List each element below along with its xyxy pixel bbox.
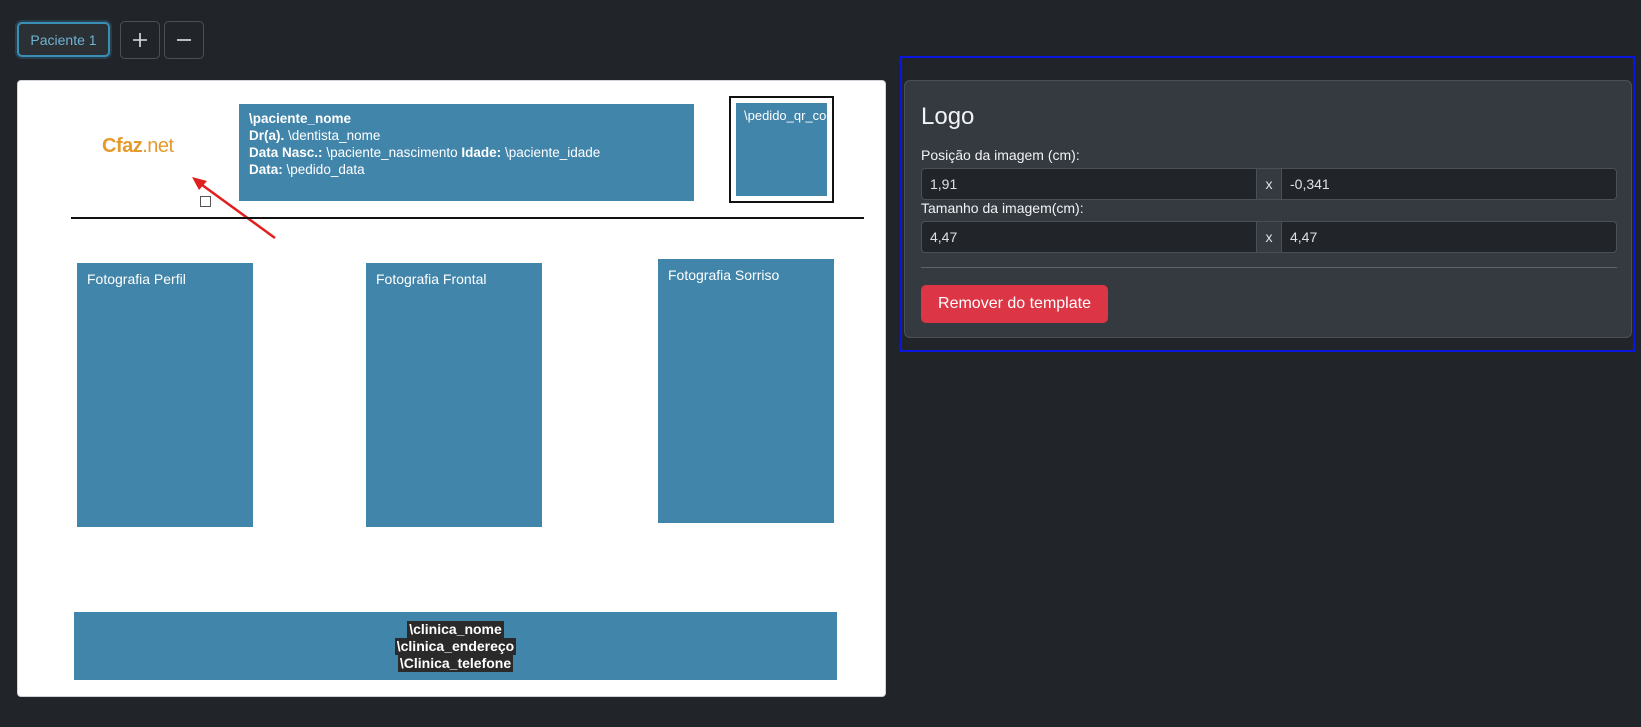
size-width-input[interactable]: 4,47	[921, 221, 1257, 253]
date-value: \pedido_data	[286, 162, 365, 177]
panel-divider	[921, 267, 1617, 268]
patient-info-box[interactable]: \paciente_nome Dr(a). \dentista_nome Dat…	[239, 104, 694, 201]
clinic-address: \clinica_endereço	[394, 637, 517, 655]
logo-brand: Cfaz	[102, 135, 143, 157]
position-y-input[interactable]: -0,341	[1281, 168, 1617, 200]
photo-profile-box[interactable]: Fotografia Perfil	[77, 263, 253, 527]
qr-code-frame[interactable]: \pedido_qr_code	[729, 96, 834, 203]
clinic-phone: \Clinica_telefone	[397, 654, 514, 672]
photo-smile-box[interactable]: Fotografia Sorriso	[658, 259, 834, 523]
birth-label: Data Nasc.:	[249, 145, 323, 160]
tab-paciente-1[interactable]: Paciente 1	[17, 22, 110, 57]
dentist-value: \dentista_nome	[288, 128, 381, 143]
add-page-button[interactable]	[120, 21, 160, 59]
remove-from-template-button[interactable]: Remover do template	[921, 285, 1108, 323]
properties-panel: Logo Posição da imagem (cm): 1,91 x -0,3…	[904, 80, 1632, 338]
photo-frontal-box[interactable]: Fotografia Frontal	[366, 263, 542, 527]
age-label: Idade:	[461, 145, 502, 160]
plus-icon	[133, 33, 147, 47]
patient-name: \paciente_nome	[249, 111, 352, 126]
clinic-info-box[interactable]: \clinica_nome \clinica_endereço \Clinica…	[74, 612, 837, 680]
birth-value: \paciente_nascimento	[326, 145, 458, 160]
age-value: \paciente_idade	[504, 145, 601, 160]
size-separator: x	[1257, 221, 1281, 253]
position-x-input[interactable]: 1,91	[921, 168, 1257, 200]
logo-image[interactable]: Cfaz.net	[102, 135, 174, 158]
qr-code-box: \pedido_qr_code	[736, 103, 827, 196]
date-label: Data:	[249, 162, 283, 177]
panel-title: Logo	[921, 103, 975, 130]
position-label: Posição da imagem (cm):	[921, 147, 1080, 163]
position-separator: x	[1257, 168, 1281, 200]
clinic-name: \clinica_nome	[407, 620, 504, 638]
logo-suffix: .net	[142, 135, 174, 157]
position-input-group: 1,91 x -0,341	[921, 168, 1617, 200]
size-height-input[interactable]: 4,47	[1281, 221, 1617, 253]
remove-page-button[interactable]	[164, 21, 204, 59]
app-root: Paciente 1 Cfaz.net \paciente_nome Dr(a)…	[0, 0, 1641, 727]
size-label: Tamanho da imagem(cm):	[921, 200, 1084, 216]
minus-icon	[177, 39, 191, 41]
header-divider	[71, 217, 864, 219]
dentist-label: Dr(a).	[249, 128, 285, 143]
template-canvas[interactable]: Cfaz.net \paciente_nome Dr(a). \dentista…	[17, 80, 886, 697]
size-input-group: 4,47 x 4,47	[921, 221, 1617, 253]
